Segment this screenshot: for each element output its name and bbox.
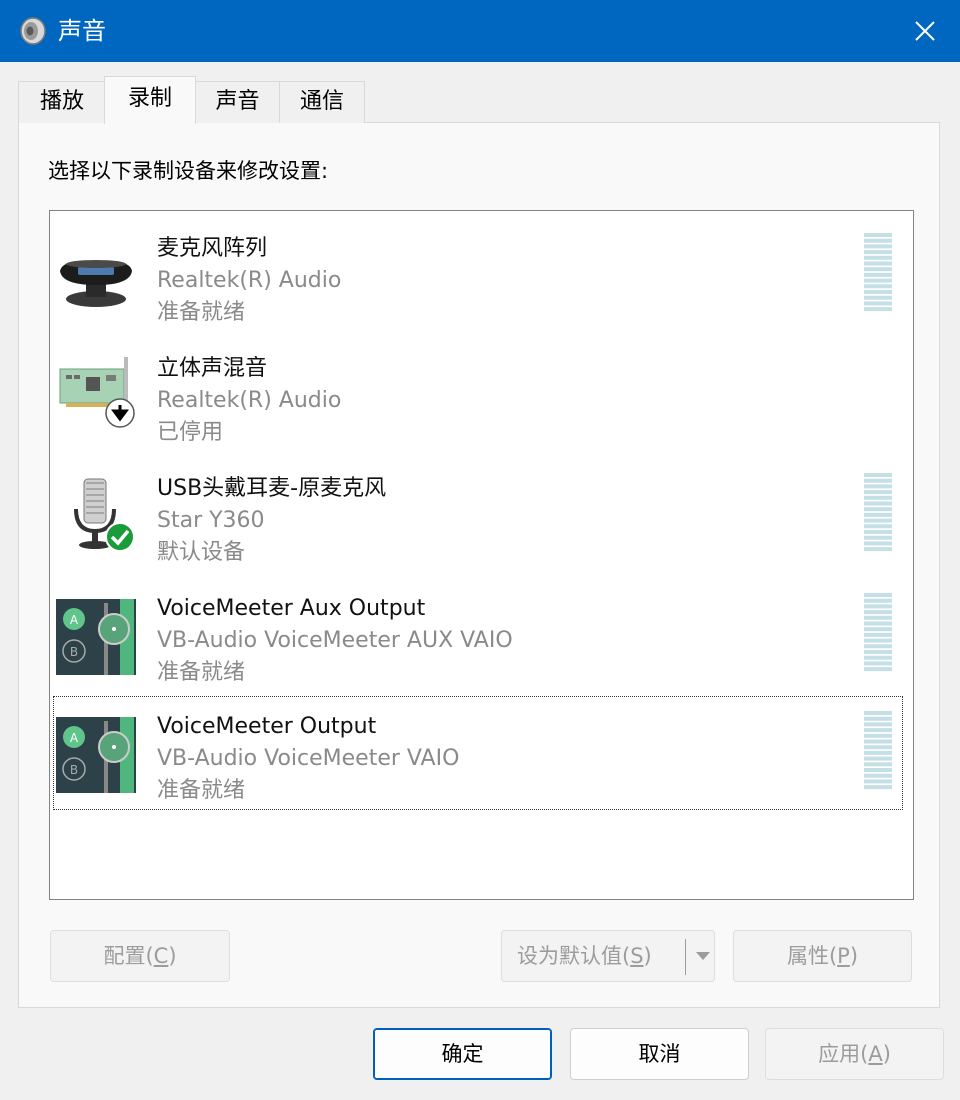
device-name: VoiceMeeter Output <box>157 714 377 739</box>
speaker-icon <box>20 17 46 45</box>
recording-device-list[interactable]: 麦克风阵列 Realtek(R) Audio 准备就绪 立体声混音 Realte… <box>49 210 914 900</box>
device-driver: VB-Audio VoiceMeeter VAIO <box>157 746 460 771</box>
button-label-suffix: ) <box>882 1042 891 1066</box>
access-key: C <box>153 944 169 968</box>
window-title: 声音 <box>58 17 106 45</box>
device-info: 立体声混音 Realtek(R) Audio 已停用 <box>157 353 341 449</box>
device-driver: VB-Audio VoiceMeeter AUX VAIO <box>157 628 513 653</box>
device-name: VoiceMeeter Aux Output <box>157 596 426 621</box>
split-separator <box>685 939 686 975</box>
svg-text:B: B <box>70 763 78 777</box>
voicemeeter-icon: A B <box>56 717 136 793</box>
level-meter <box>864 473 892 552</box>
device-status: 准备就绪 <box>157 300 246 325</box>
tab-communications[interactable]: 通信 <box>279 81 365 123</box>
device-driver: Realtek(R) Audio <box>157 268 342 293</box>
list-item[interactable]: 立体声混音 Realtek(R) Audio 已停用 <box>54 339 902 451</box>
device-status: 准备就绪 <box>157 778 246 803</box>
list-item[interactable]: A B VoiceMeeter Output VB-Audio VoiceMee… <box>53 696 903 810</box>
voicemeeter-icon: A B <box>56 599 136 675</box>
button-label: 取消 <box>638 1042 681 1066</box>
access-key: P <box>837 944 850 968</box>
level-meter <box>864 593 892 672</box>
device-driver: Realtek(R) Audio <box>157 388 342 413</box>
microphone-array-icon <box>60 260 132 307</box>
list-item[interactable]: 麦克风阵列 Realtek(R) Audio 准备就绪 <box>54 219 902 331</box>
tab-sounds[interactable]: 声音 <box>194 81 281 123</box>
button-label: 配置( <box>103 944 154 968</box>
instruction-text: 选择以下录制设备来修改设置: <box>48 159 329 183</box>
close-icon <box>915 21 935 41</box>
device-name: USB头戴耳麦-原麦克风 <box>157 476 387 501</box>
list-item[interactable]: USB头戴耳麦-原麦克风 Star Y360 默认设备 <box>54 459 902 571</box>
tab-playback[interactable]: 播放 <box>18 81 106 123</box>
set-default-label: 设为默认值(S) <box>517 931 652 981</box>
close-button[interactable] <box>890 0 960 62</box>
sound-card-icon <box>59 357 135 428</box>
cancel-button[interactable]: 取消 <box>570 1028 749 1080</box>
device-name: 麦克风阵列 <box>157 236 268 261</box>
device-driver: Star Y360 <box>157 508 265 533</box>
device-info: VoiceMeeter Output VB-Audio VoiceMeeter … <box>157 711 459 807</box>
level-meter <box>864 711 892 790</box>
svg-text:A: A <box>70 613 79 627</box>
svg-text:A: A <box>70 731 79 745</box>
tab-recording[interactable]: 录制 <box>104 76 196 124</box>
svg-text:B: B <box>70 645 78 659</box>
tab-label: 通信 <box>299 89 344 114</box>
level-meter <box>864 233 892 312</box>
button-label: 确定 <box>441 1042 484 1066</box>
properties-button[interactable]: 属性(P) <box>733 930 912 982</box>
access-key: S <box>630 944 644 968</box>
dropdown-arrow-icon[interactable] <box>692 931 714 981</box>
button-label: 属性( <box>786 944 838 968</box>
button-label: 应用( <box>818 1042 869 1066</box>
ok-button[interactable]: 确定 <box>373 1028 552 1080</box>
button-label-suffix: ) <box>849 944 859 968</box>
tab-label: 播放 <box>39 89 84 114</box>
tab-label: 录制 <box>127 86 172 111</box>
access-key: A <box>868 1042 883 1066</box>
configure-button[interactable]: 配置(C) <box>50 930 230 982</box>
title-bar: 声音 <box>0 0 960 62</box>
device-info: VoiceMeeter Aux Output VB-Audio VoiceMee… <box>157 593 513 689</box>
device-status: 默认设备 <box>157 540 246 565</box>
device-name: 立体声混音 <box>157 356 268 381</box>
device-status: 已停用 <box>157 420 224 445</box>
usb-microphone-icon <box>74 478 135 552</box>
tab-label: 声音 <box>215 89 260 114</box>
button-label-suffix: ) <box>168 944 177 968</box>
device-status: 准备就绪 <box>157 660 246 685</box>
set-default-button[interactable]: 设为默认值(S) <box>501 930 715 982</box>
button-label-suffix: ) <box>643 944 652 968</box>
button-label: 设为默认值( <box>517 944 631 968</box>
device-info: 麦克风阵列 Realtek(R) Audio 准备就绪 <box>157 233 341 329</box>
apply-button[interactable]: 应用(A) <box>765 1028 944 1080</box>
device-info: USB头戴耳麦-原麦克风 Star Y360 默认设备 <box>157 473 386 569</box>
list-item[interactable]: A B VoiceMeeter Aux Output VB-Audio Voic… <box>54 579 902 691</box>
